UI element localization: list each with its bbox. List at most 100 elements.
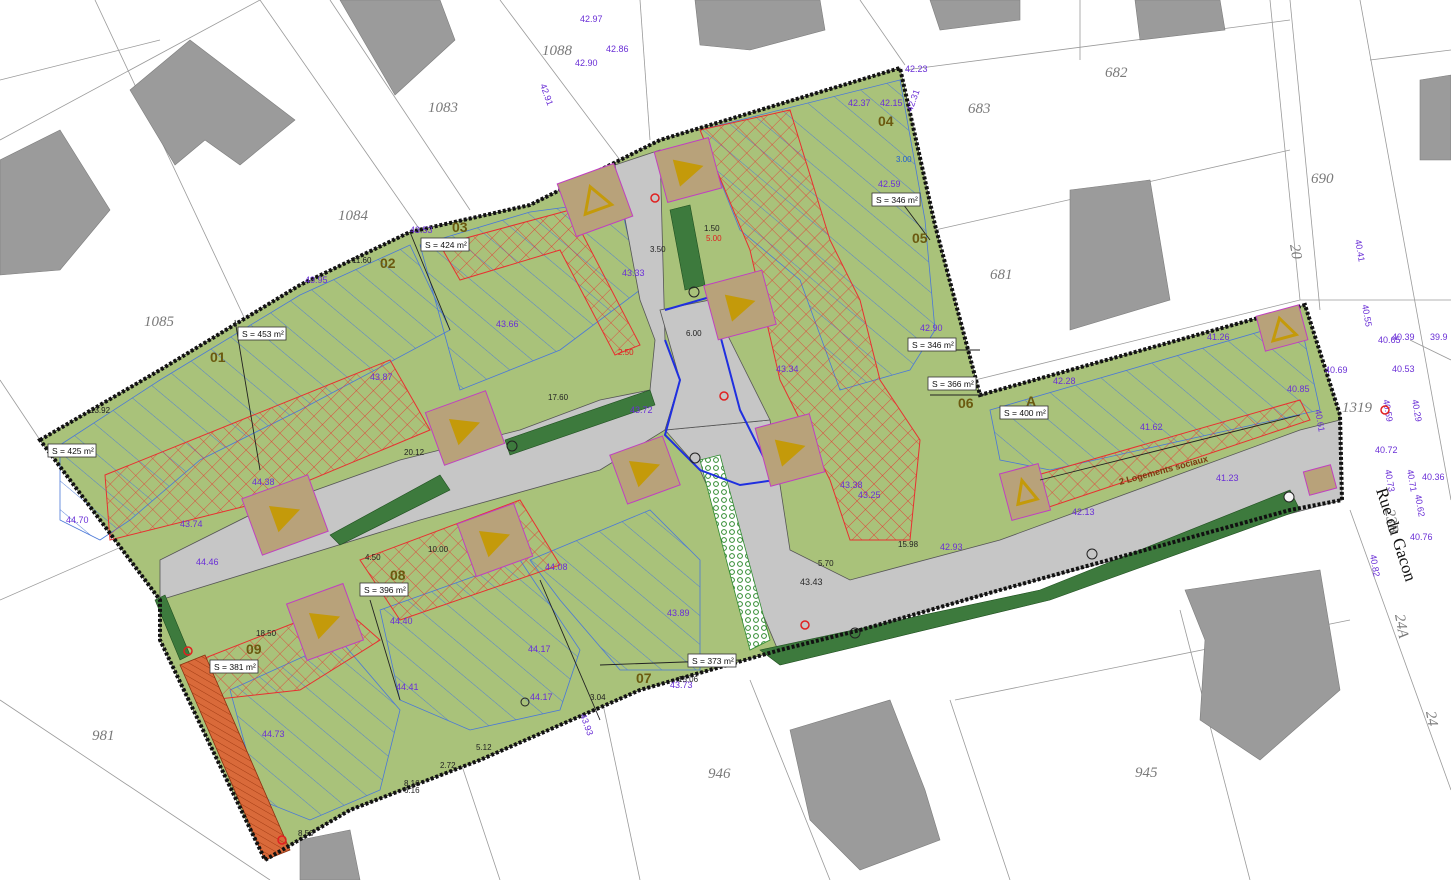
elevation-label: 40.59	[1381, 399, 1395, 423]
parcel-number: 945	[1135, 765, 1158, 781]
dimension-label: 13.92	[90, 406, 111, 415]
dimension-label: 20.12	[404, 448, 425, 457]
elevation-label: 42.90	[920, 323, 943, 333]
elevation-label: 44.38	[252, 477, 275, 487]
parcel-number: 1083	[428, 100, 458, 116]
elevation-label: 43.87	[370, 372, 393, 382]
parcel-number: 1319	[1342, 400, 1373, 416]
lot-number: 08	[390, 567, 406, 583]
dimension-label: 11.60	[352, 256, 372, 265]
elevation-label: 42.37	[848, 98, 871, 108]
elevation-label: 42.93	[940, 542, 963, 552]
elevation-label: 42.23	[905, 64, 928, 74]
elevation-label: 44.73	[262, 729, 285, 739]
dimension-label: 10.00	[428, 545, 449, 554]
svg-text:S = 346 m²: S = 346 m²	[912, 340, 954, 350]
parcel-number: 1088	[542, 43, 573, 59]
elevation-label: 42.59	[878, 179, 901, 189]
elevation-label: 43.89	[667, 608, 690, 618]
elevation-label: 43.93	[578, 712, 595, 737]
area-label: S = 366 m²	[927, 376, 977, 391]
elevation-label: 40.39	[1392, 332, 1415, 342]
elevation-label: 43.38	[840, 480, 863, 490]
dimension-label: 3.00	[896, 155, 912, 164]
parcel-number: 24A	[1391, 613, 1411, 640]
elevation-label: 44.08	[545, 562, 568, 572]
dimension-label: 5.00	[706, 234, 722, 243]
area-label: S = 453 m²	[237, 326, 287, 341]
dimension-label: 2.72	[440, 761, 456, 770]
svg-text:S = 373 m²: S = 373 m²	[692, 656, 734, 666]
area-label: S = 424 m²	[420, 237, 470, 252]
dimension-label: 15.06	[678, 675, 699, 684]
svg-text:S = 346 m²: S = 346 m²	[876, 195, 918, 205]
lot-number: 04	[878, 113, 894, 129]
elevation-label: 44.41	[396, 682, 419, 692]
elevation-label: 43.43	[800, 577, 823, 587]
dimension-label: 3.50	[650, 245, 666, 254]
bin-marker	[1283, 491, 1295, 503]
svg-text:S = 453 m²: S = 453 m²	[242, 329, 284, 339]
dimension-label: 5.70	[818, 559, 834, 568]
lot-number: 01	[210, 349, 226, 365]
elevation-label: 42.28	[1053, 376, 1076, 386]
parcel-number: 20	[1286, 243, 1304, 261]
elevation-label: 43.66	[496, 319, 519, 329]
elevation-label: 44.17	[530, 692, 553, 702]
elevation-label: 41.23	[1216, 473, 1239, 483]
parcel-number: 24	[1422, 710, 1440, 728]
parcel-number: 1085	[144, 314, 175, 330]
dimension-label: 6.16	[404, 786, 420, 795]
lot-number: 02	[380, 255, 396, 271]
area-label: S = 396 m²	[359, 582, 409, 597]
elevation-label: 44.46	[196, 557, 219, 567]
lot-number: 09	[246, 641, 262, 657]
svg-text:S = 366 m²: S = 366 m²	[932, 379, 974, 389]
svg-text:S = 400 m²: S = 400 m²	[1004, 408, 1046, 418]
area-label: S = 346 m²	[871, 192, 921, 207]
elevation-label: 40.82	[1368, 554, 1382, 578]
elevation-label: 43.72	[630, 405, 653, 415]
elevation-label: 40.72	[1375, 445, 1398, 455]
parcel-number: 1084	[338, 208, 369, 224]
parcel-number: 946	[708, 766, 731, 782]
elevation-label: 42.15	[880, 98, 903, 108]
subdivision-plan-map: 1083 1088 682 683 1084 690 681 1085 1319…	[0, 0, 1451, 880]
svg-text:S = 396 m²: S = 396 m²	[364, 585, 406, 595]
dimension-label: 15.98	[898, 540, 919, 549]
parcel-number: 690	[1311, 171, 1334, 187]
dimension-label: 8.50	[298, 829, 314, 838]
area-label: S = 346 m²	[907, 337, 957, 352]
dimension-label: 3.04	[590, 693, 606, 702]
elevation-label: 43.53	[410, 225, 433, 235]
dimension-label: 5.12	[476, 743, 492, 752]
parcel-number: 683	[968, 101, 991, 117]
elevation-label: 40.85	[1287, 384, 1310, 394]
elevation-label: 43.74	[180, 519, 203, 529]
area-label: S = 400 m²	[999, 405, 1049, 420]
elevation-label: 42.90	[575, 58, 598, 68]
svg-text:S = 425 m²: S = 425 m²	[52, 446, 94, 456]
dimension-label: 4.50	[365, 553, 381, 562]
elevation-label: 40.36	[1422, 472, 1445, 482]
elevation-label: 44.70	[66, 515, 89, 525]
elevation-label: 39.9	[1430, 332, 1448, 342]
dimension-label: 1.50	[704, 224, 720, 233]
lot-number: 05	[912, 230, 928, 246]
elevation-label: 42.13	[1072, 507, 1095, 517]
area-label: S = 373 m²	[687, 653, 737, 668]
elevation-label: 40.55	[1360, 304, 1374, 328]
svg-text:S = 424 m²: S = 424 m²	[425, 240, 467, 250]
elevation-label: 41.26	[1207, 332, 1230, 342]
dimension-label: 2.50	[618, 348, 634, 357]
elevation-label: 40.62	[1413, 494, 1427, 518]
elevation-label: 44.40	[390, 616, 413, 626]
dimension-label: 18.50	[256, 629, 277, 638]
elevation-label: 40.69	[1325, 365, 1348, 375]
elevation-label: 40.29	[1410, 399, 1424, 423]
parcel-number: 682	[1105, 65, 1128, 81]
elevation-label: 42.97	[580, 14, 603, 24]
svg-text:S = 381 m²: S = 381 m²	[214, 662, 256, 672]
lot-number: 07	[636, 670, 652, 686]
elevation-label: 43.25	[858, 490, 881, 500]
